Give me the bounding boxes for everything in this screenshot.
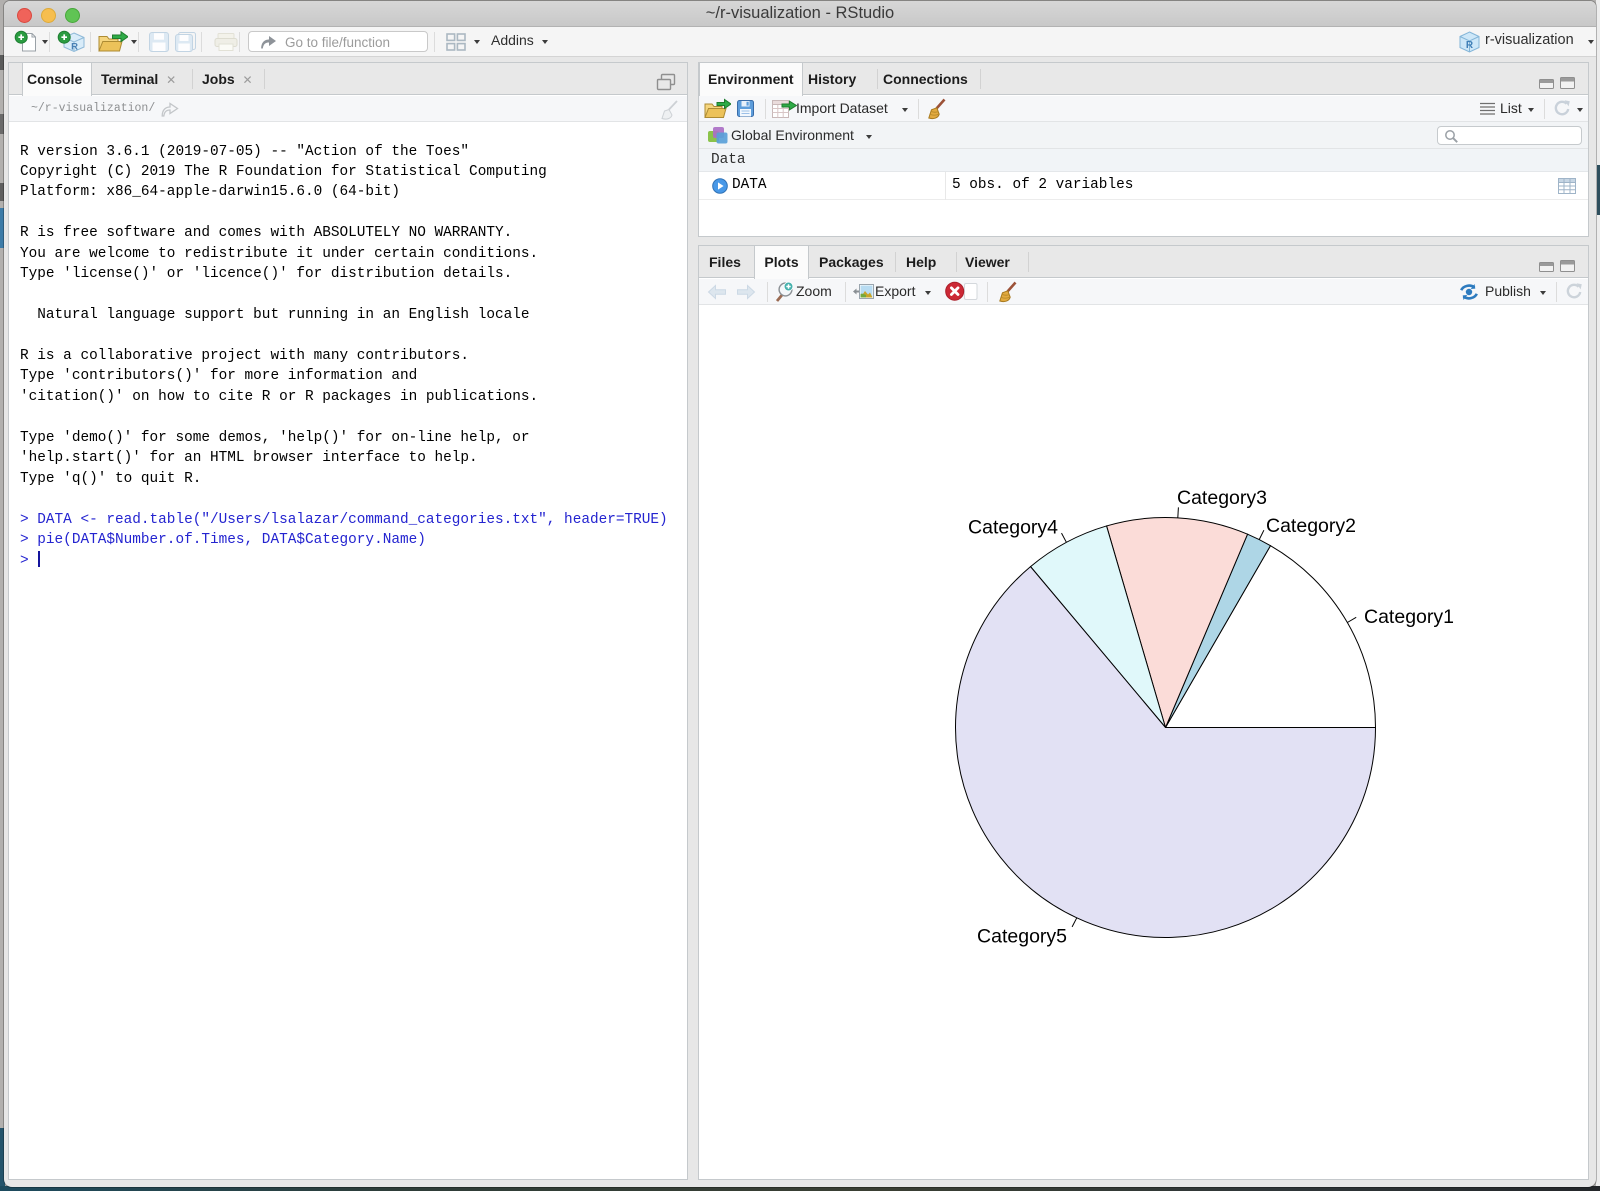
- svg-text:Category3: Category3: [1177, 487, 1267, 509]
- svg-text:Category1: Category1: [1364, 606, 1454, 628]
- svg-text:R: R: [1466, 40, 1474, 51]
- svg-text:Category2: Category2: [1266, 515, 1356, 537]
- svg-text:R: R: [71, 42, 78, 53]
- svg-text:Category5: Category5: [977, 925, 1067, 947]
- svg-text:Category4: Category4: [968, 516, 1058, 538]
